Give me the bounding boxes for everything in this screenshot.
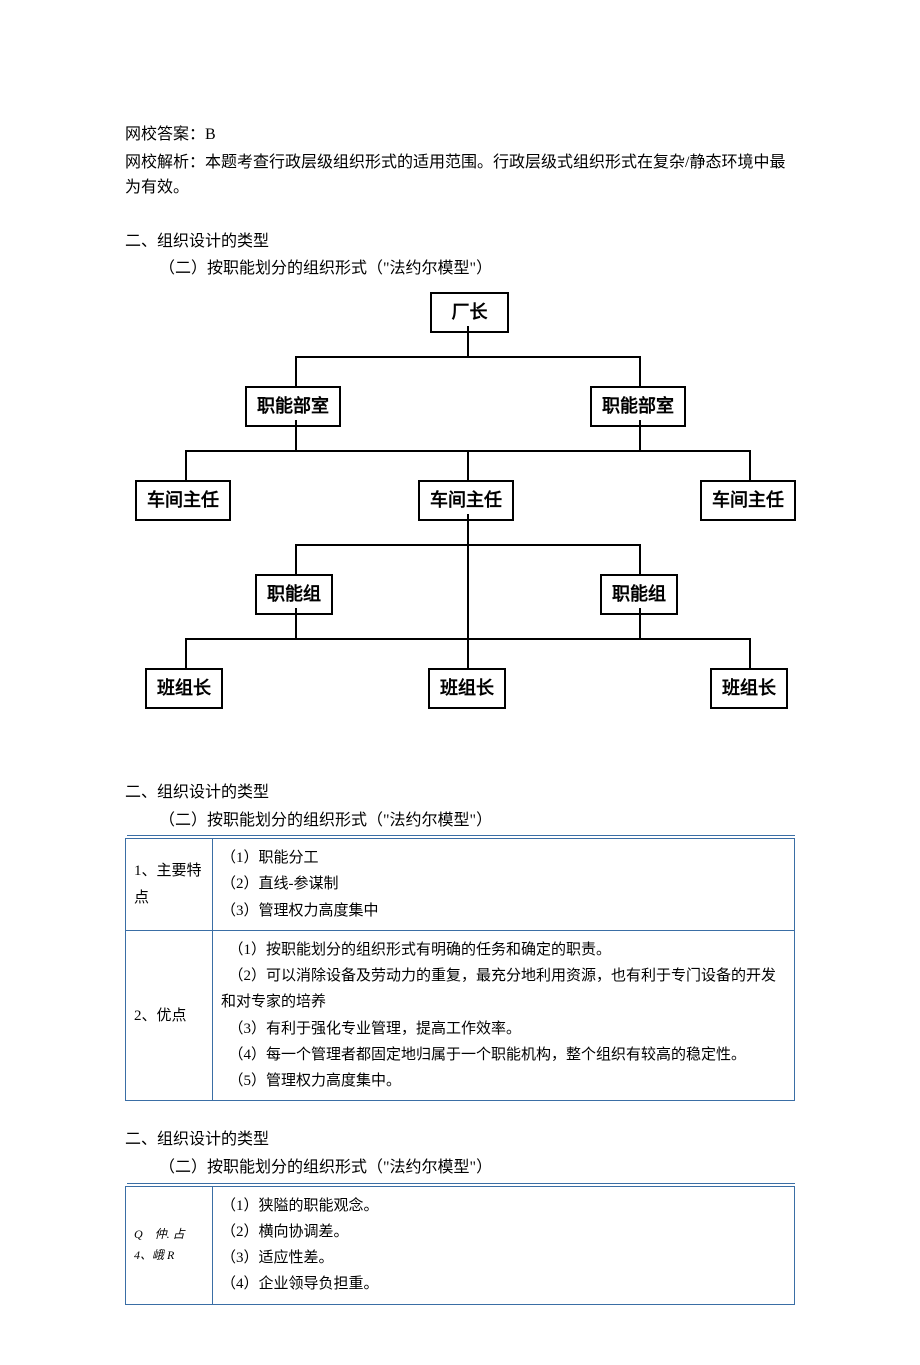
answer-line: 网校答案：B	[125, 122, 795, 148]
node-workshop-a: 车间主任	[135, 480, 231, 521]
row-content-disadvantages: （1）狭隘的职能观念。 （2）横向协调差。 （3）适应性差。 （4）企业领导负担…	[213, 1186, 795, 1304]
analysis-line: 网校解析：本题考查行政层级组织形式的适用范围。行政层级式组织形式在复杂/静态环境…	[125, 150, 795, 201]
features-advantages-table: 1、主要特点 （1）职能分工 （2）直线-参谋制 （3）管理权力高度集中 2、优…	[125, 838, 795, 1101]
feature-item-3: （3）管理权力高度集中	[221, 898, 786, 924]
advantage-item-4: （4）每一个管理者都固定地归属于一个职能机构，整个组织有较高的稳定性。	[221, 1042, 786, 1068]
section-title-2: 二、组织设计的类型	[125, 780, 795, 806]
node-dept-b: 职能部室	[590, 386, 686, 427]
section-title-3: 二、组织设计的类型	[125, 1127, 795, 1153]
table-row: 1、主要特点 （1）职能分工 （2）直线-参谋制 （3）管理权力高度集中	[126, 839, 795, 931]
disadvantage-item-2: （2）横向协调差。	[221, 1219, 786, 1245]
node-factory-head: 厂长	[430, 292, 509, 333]
feature-item-2: （2）直线-参谋制	[221, 871, 786, 897]
disadvantage-item-3: （3）适应性差。	[221, 1245, 786, 1271]
node-team-a: 班组长	[145, 668, 223, 709]
node-dept-a: 职能部室	[245, 386, 341, 427]
feature-item-1: （1）职能分工	[221, 845, 786, 871]
disadvantages-table: Q 仲. 占 4、峨 R （1）狭隘的职能观念。 （2）横向协调差。 （3）适应…	[125, 1186, 795, 1305]
disadv-label-b: 4、峨 R	[134, 1245, 204, 1266]
section-title-1: 二、组织设计的类型	[125, 229, 795, 255]
node-func-a: 职能组	[255, 574, 333, 615]
disadvantage-item-4: （4）企业领导负担重。	[221, 1271, 786, 1297]
subsection-title-1: （二）按职能划分的组织形式（"法约尔模型"）	[127, 256, 795, 282]
table-row: Q 仲. 占 4、峨 R （1）狭隘的职能观念。 （2）横向协调差。 （3）适应…	[126, 1186, 795, 1304]
subsection-title-2: （二）按职能划分的组织形式（"法约尔模型"）	[127, 808, 795, 837]
row-label-advantages: 2、优点	[126, 930, 213, 1101]
advantage-item-1: （1）按职能划分的组织形式有明确的任务和确定的职责。	[221, 937, 786, 963]
advantage-item-5: （5）管理权力高度集中。	[221, 1068, 786, 1094]
node-workshop-b: 车间主任	[418, 480, 514, 521]
row-content-advantages: （1）按职能划分的组织形式有明确的任务和确定的职责。 （2）可以消除设备及劳动力…	[213, 930, 795, 1101]
advantage-item-3: （3）有利于强化专业管理，提高工作效率。	[221, 1016, 786, 1042]
org-chart: 厂长 职能部室 职能部室 车间主任 车间主任 车间主任 职能组 职能组	[125, 292, 825, 772]
node-team-c: 班组长	[710, 668, 788, 709]
advantage-item-2: （2）可以消除设备及劳动力的重复，最充分地利用资源，也有利于专门设备的开发和对专…	[221, 963, 786, 1016]
row-label-disadvantages: Q 仲. 占 4、峨 R	[126, 1186, 213, 1304]
row-label-features: 1、主要特点	[126, 839, 213, 931]
row-content-features: （1）职能分工 （2）直线-参谋制 （3）管理权力高度集中	[213, 839, 795, 931]
disadvantage-item-1: （1）狭隘的职能观念。	[221, 1193, 786, 1219]
node-team-b: 班组长	[428, 668, 506, 709]
disadv-label-a: Q 仲. 占	[134, 1224, 204, 1245]
node-workshop-c: 车间主任	[700, 480, 796, 521]
subsection-title-3: （二）按职能划分的组织形式（"法约尔模型"）	[127, 1155, 795, 1184]
table-row: 2、优点 （1）按职能划分的组织形式有明确的任务和确定的职责。 （2）可以消除设…	[126, 930, 795, 1101]
